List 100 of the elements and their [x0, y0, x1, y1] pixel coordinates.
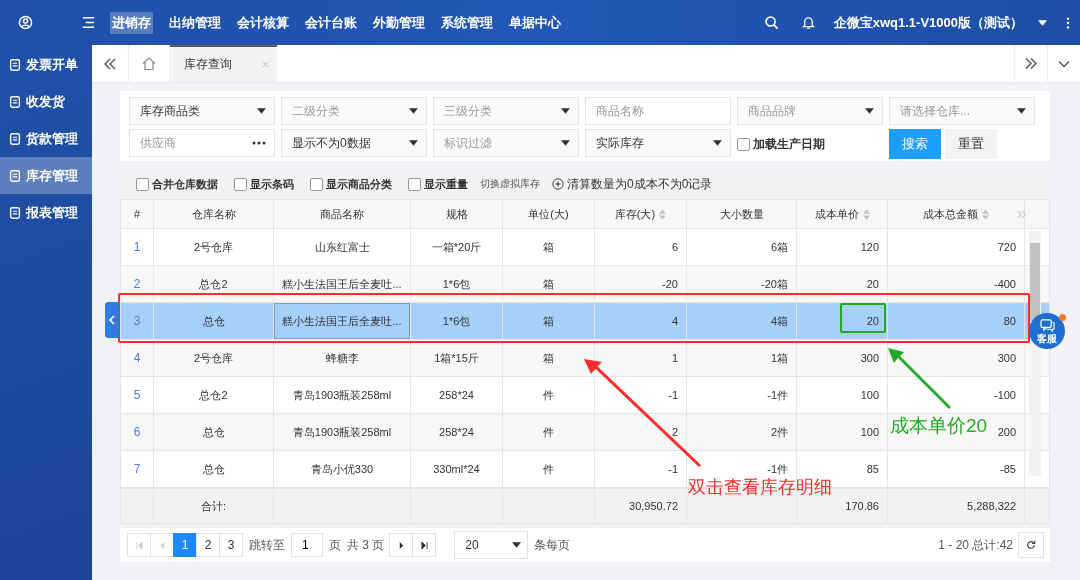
column-header[interactable]: # [121, 200, 154, 228]
page-input[interactable]: 1 [291, 533, 323, 557]
table-cell: 箱 [503, 303, 595, 339]
table-cell: 总仓 [154, 303, 274, 339]
summary-cell: 30,950.72 [629, 500, 678, 512]
table-cell: 300 [797, 340, 888, 376]
page-size-dropdown[interactable]: 20 [454, 531, 529, 559]
column-header[interactable]: 商品名称 [274, 200, 411, 228]
next-page-icon[interactable] [397, 541, 405, 549]
table-cell: 6箱 [687, 229, 797, 265]
table-cell: 3 [121, 303, 154, 339]
dropdown-field[interactable]: 库存商品类 [129, 97, 275, 125]
column-header[interactable]: 大小数量 [687, 200, 797, 228]
table-row[interactable]: 5 总仓2 青岛1903瓶装258ml 258*24 件 -1 -1件 100 -100 [121, 377, 1049, 414]
column-header[interactable]: 仓库名称 [154, 200, 274, 228]
nav-menu-item[interactable]: 外勤管理 [373, 11, 425, 34]
caret-icon [561, 140, 570, 146]
total-pages: 共 3 页 [347, 536, 385, 554]
collapse-tab[interactable] [105, 302, 119, 338]
checkbox[interactable]: 加载生产日期 [737, 129, 883, 159]
bell-icon[interactable] [800, 15, 816, 30]
nav-menu-item[interactable]: 会计台账 [305, 11, 357, 34]
refresh-button[interactable] [1018, 532, 1044, 558]
user-icon[interactable] [18, 15, 33, 30]
page-button[interactable]: 2 [196, 533, 220, 557]
dropdown-field[interactable]: 显示不为0数据 [281, 129, 427, 157]
search-icon[interactable] [763, 15, 779, 30]
table-cell: 1*6包 [411, 266, 503, 302]
chevron-left-icon[interactable] [109, 315, 115, 325]
table-row[interactable]: 1 2号仓库 山东红富士 一箱*20斤 箱 6 6箱 120 720 [121, 229, 1049, 266]
table-cell: 青岛小优330 [274, 451, 411, 487]
table-cell: 件 [503, 377, 595, 413]
checkbox[interactable]: 显示商品分类 [310, 176, 392, 192]
caret-icon [865, 108, 874, 114]
last-page-button[interactable] [412, 533, 437, 557]
clear-records-button[interactable]: 清算数量为0成本不为0记录 [552, 175, 713, 193]
nav-menu-item[interactable]: 会计核算 [237, 11, 289, 34]
column-header[interactable]: 库存(大) [595, 200, 687, 228]
table-cell: 1箱 [687, 340, 797, 376]
table-cell: 6 [595, 229, 687, 265]
sidebar-item[interactable]: 收发货 [0, 83, 92, 120]
page-button[interactable]: 3 [219, 533, 243, 557]
plus-icon [552, 178, 564, 190]
last-page-icon[interactable] [420, 541, 428, 549]
nav-menu-item[interactable]: 出纳管理 [169, 11, 221, 34]
table-row[interactable]: 2 总仓2 糕小生法国王后全麦吐... 1*6包 箱 -20 -20箱 20 -400 [121, 266, 1049, 303]
column-header[interactable]: 单位(大) [503, 200, 595, 228]
table-cell: 80 [888, 303, 1025, 339]
table-cell: 4 [595, 303, 687, 339]
page-tab[interactable]: 库存查询 [170, 45, 277, 82]
dropdown-field[interactable]: 实际库存 [585, 129, 731, 157]
table-cell: 箱 [503, 266, 595, 302]
caret-icon [257, 108, 266, 114]
table-cell: 2号仓库 [154, 229, 274, 265]
table-cell: 总仓2 [154, 377, 274, 413]
checkbox[interactable]: 显示重量 [408, 176, 468, 192]
previous-page-button[interactable] [150, 533, 174, 557]
table-cell: 2件 [687, 414, 797, 450]
table-cell: 件 [503, 451, 595, 487]
summary-cell: 合计: [200, 498, 227, 514]
caret-icon[interactable] [1037, 18, 1048, 27]
sidebar-item[interactable]: 报表管理 [0, 194, 92, 231]
table-cell: -20 [595, 266, 687, 302]
sidebar-item[interactable]: 发票开单 [0, 46, 92, 83]
menu-icon[interactable] [81, 15, 96, 30]
account-name[interactable]: 企微宝xwq1.1-V1000版（测试） [833, 13, 1023, 32]
column-header[interactable]: 成本单价 [797, 200, 888, 228]
document-icon [8, 94, 22, 109]
table-cell: 糕小生法国王后全麦吐... [274, 303, 411, 339]
table-cell: 山东红富士 [274, 229, 411, 265]
jump-label: 跳转至 [249, 536, 285, 554]
table-cell: 一箱*20斤 [411, 229, 503, 265]
record-range: 1 - 20 总计:42 [938, 536, 1013, 554]
nav-menu-item[interactable]: 进销存 [110, 11, 153, 34]
pointer-arrow [888, 348, 952, 410]
input-field[interactable]: 商品名称 [585, 97, 731, 125]
table-cell: 120 [797, 229, 888, 265]
switch-link[interactable]: 切换虚拟库存 [480, 177, 540, 191]
sidebar-item[interactable]: 货款管理 [0, 120, 92, 157]
caret-icon [409, 108, 418, 114]
caret-icon [713, 140, 722, 146]
nav-menu-item[interactable]: 系统管理 [441, 11, 493, 34]
column-header[interactable]: 成本总金额 [888, 200, 1025, 228]
reset-button[interactable]: 重置 [945, 129, 997, 159]
table-cell: 青岛1903瓶装258ml [274, 414, 411, 450]
sidebar-item[interactable]: 库存管理 [0, 157, 92, 194]
table-cell: 4 [121, 340, 154, 376]
more-icon[interactable] [1066, 15, 1070, 30]
checkbox[interactable]: 显示条码 [234, 176, 294, 192]
checkbox[interactable]: 合并仓库数据 [136, 176, 218, 192]
caret-icon [512, 542, 522, 548]
table-cell: 100 [797, 377, 888, 413]
caret-icon [1017, 108, 1026, 114]
chat-icon[interactable] [1039, 318, 1055, 332]
table-cell: 2号仓库 [154, 340, 274, 376]
per-page-label: 条每页 [534, 536, 571, 554]
column-header[interactable]: 规格 [411, 200, 503, 228]
nav-menu-item[interactable]: 单据中心 [509, 11, 561, 34]
annotation-text: 成本单价20 [890, 416, 988, 435]
refresh-icon[interactable] [1026, 540, 1036, 550]
